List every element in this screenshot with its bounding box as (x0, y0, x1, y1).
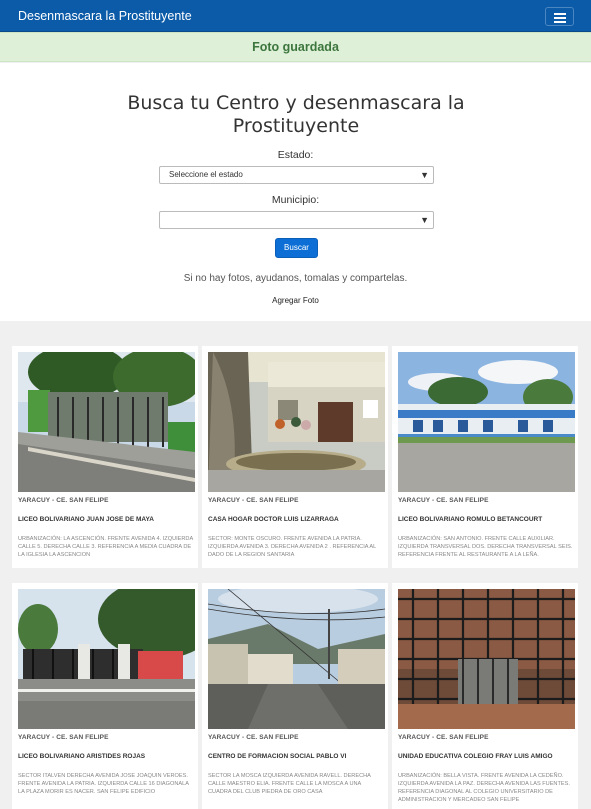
card-address: SECTOR ITALVEN DERECHA AVENIDA JOSE JOAQ… (18, 773, 189, 795)
card-address: URBANIZACIÓN: SAN ANTONIO. FRENTE CALLE … (398, 536, 573, 558)
card-title[interactable]: CASA HOGAR DOCTOR LUIS LIZARRAGA (208, 516, 339, 523)
card-state: YARACUY - CE. SAN FELIPE (18, 497, 109, 504)
card-address: SECTOR LA MOSCA IZQUIERDA AVENIDA RAVELL… (208, 773, 371, 795)
card-title[interactable]: LICEO BOLIVARIANO ARISTIDES ROJAS (18, 753, 145, 760)
municipio-select[interactable]: ▼ (159, 211, 434, 229)
card-state: YARACUY - CE. SAN FELIPE (208, 734, 299, 741)
navbar: Desenmascara la Prostituyente (0, 0, 591, 32)
card-title[interactable]: LICEO BOLIVARIANO JUAN JOSE DE MAYA (18, 516, 154, 523)
card-title[interactable]: CENTRO DE FORMACION SOCIAL PABLO VI (208, 753, 346, 760)
school-photo (398, 589, 575, 729)
search-panel: Busca tu Centro y desenmascara la Prosti… (0, 63, 591, 321)
hamburger-icon (554, 13, 566, 15)
school-card[interactable]: YARACUY - CE. SAN FELIPE CASA HOGAR DOCT… (202, 346, 388, 568)
school-card[interactable]: YARACUY - CE. SAN FELIPE LICEO BOLIVARIA… (392, 346, 578, 568)
school-photo (208, 352, 385, 492)
school-card[interactable]: YARACUY - CE. SAN FELIPE LICEO BOLIVARIA… (12, 346, 198, 568)
card-state: YARACUY - CE. SAN FELIPE (398, 497, 489, 504)
card-state: YARACUY - CE. SAN FELIPE (208, 497, 299, 504)
brand-link[interactable]: Desenmascara la Prostituyente (18, 9, 192, 23)
card-address: URBANIZACIÓN: LA ASCENCIÓN. FRENTE AVENI… (18, 536, 193, 558)
school-photo (18, 589, 195, 729)
card-state: YARACUY - CE. SAN FELIPE (398, 734, 489, 741)
card-title[interactable]: LICEO BOLIVARIANO ROMULO BETANCOURT (398, 516, 542, 523)
school-photo (398, 352, 575, 492)
dropdown-arrow-icon: ▼ (420, 170, 429, 180)
school-card[interactable]: YARACUY - CE. SAN FELIPE UNIDAD EDUCATIV… (392, 583, 578, 809)
card-address: SECTOR: MONTE OSCURO. FRENTE AVENIDA LA … (208, 536, 377, 558)
card-address: URBANIZACIÓN: BELLA VISTA. FRENTE AVENID… (398, 773, 570, 803)
add-photo-link[interactable]: Agregar Foto (0, 296, 591, 305)
school-photo (18, 352, 195, 492)
success-alert: Foto guardada (0, 32, 591, 62)
search-button[interactable]: Buscar (275, 238, 318, 258)
help-note: Si no hay fotos, ayudanos, tomalas y com… (183, 273, 408, 284)
school-card[interactable]: YARACUY - CE. SAN FELIPE LICEO BOLIVARIA… (12, 583, 198, 809)
page-title: Busca tu Centro y desenmascara la Prosti… (127, 92, 465, 137)
municipio-label: Municipio: (271, 194, 320, 206)
estado-label: Estado: (277, 149, 314, 161)
estado-select[interactable]: Seleccione el estado ▼ (159, 166, 434, 184)
card-state: YARACUY - CE. SAN FELIPE (18, 734, 109, 741)
school-card[interactable]: YARACUY - CE. SAN FELIPE CENTRO DE FORMA… (202, 583, 388, 809)
card-title[interactable]: UNIDAD EDUCATIVA COLEGIO FRAY LUIS AMIGO (398, 753, 553, 760)
estado-select-value: Seleccione el estado (169, 170, 243, 179)
dropdown-arrow-icon: ▼ (420, 215, 429, 225)
menu-toggle-button[interactable] (545, 7, 574, 26)
school-photo (208, 589, 385, 729)
